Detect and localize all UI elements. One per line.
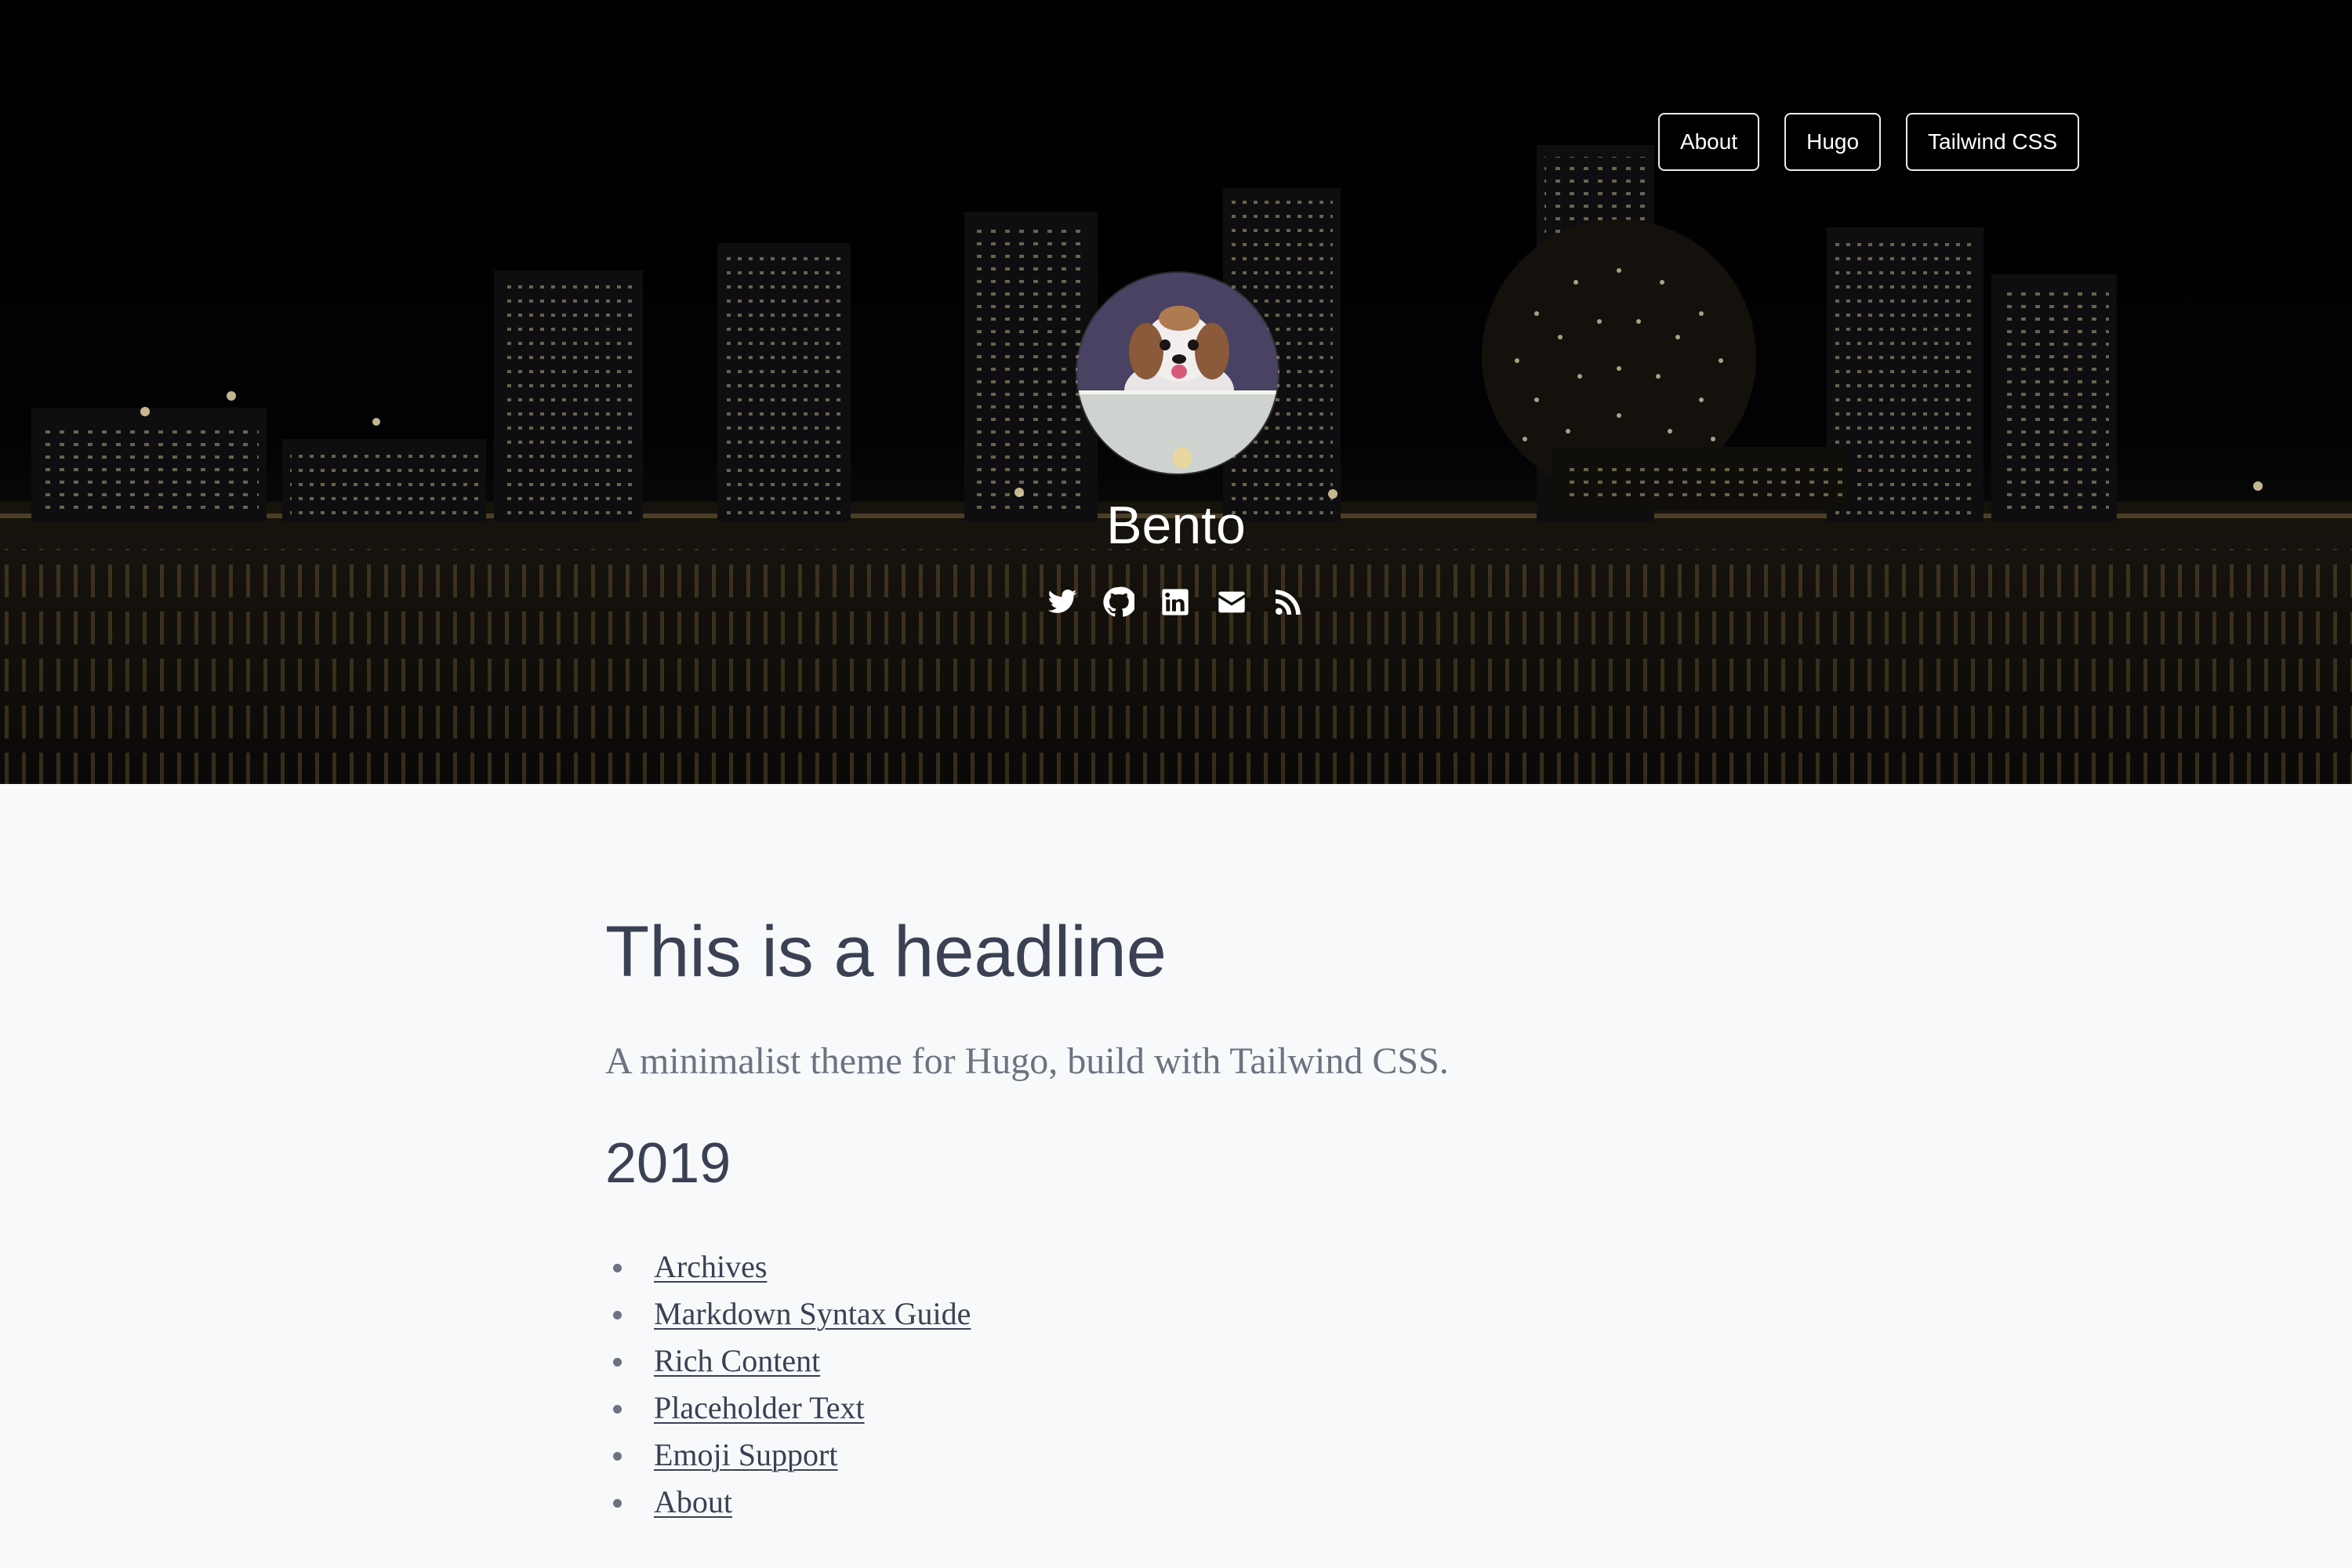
nav-about-button[interactable]: About — [1657, 113, 1760, 171]
post-link-about[interactable]: About — [654, 1484, 732, 1519]
linkedin-icon — [1162, 589, 1189, 615]
list-item: Emoji Support — [605, 1432, 1747, 1479]
post-link-rich-content[interactable]: Rich Content — [654, 1343, 820, 1378]
rss-link[interactable] — [1272, 586, 1304, 618]
dog-avatar-icon — [1077, 273, 1278, 474]
post-link-emoji-support[interactable]: Emoji Support — [654, 1437, 837, 1472]
email-link[interactable] — [1216, 586, 1247, 618]
post-list: Archives Markdown Syntax Guide Rich Cont… — [605, 1243, 1747, 1526]
email-icon — [1218, 591, 1245, 613]
year-heading: 2019 — [605, 1132, 731, 1195]
bullet-icon — [613, 1311, 622, 1319]
post-link-archives[interactable]: Archives — [654, 1249, 767, 1284]
rss-icon — [1276, 590, 1301, 615]
twitter-icon — [1047, 590, 1077, 613]
page-headline: This is a headline — [605, 912, 1167, 992]
github-icon — [1103, 586, 1134, 617]
list-item: Rich Content — [605, 1338, 1747, 1385]
nav-tailwind-css-button[interactable]: Tailwind CSS — [1906, 113, 2079, 171]
site-title: Bento — [1106, 495, 1246, 555]
top-nav: About Hugo Tailwind CSS — [1657, 113, 2079, 171]
list-item: About — [605, 1479, 1747, 1526]
avatar[interactable] — [1076, 271, 1279, 475]
bullet-icon — [613, 1452, 622, 1461]
bullet-icon — [613, 1358, 622, 1367]
list-item: Placeholder Text — [605, 1385, 1747, 1432]
github-link[interactable] — [1103, 586, 1134, 618]
bullet-icon — [613, 1264, 622, 1272]
list-item: Markdown Syntax Guide — [605, 1290, 1747, 1338]
list-item: Archives — [605, 1243, 1747, 1290]
twitter-link[interactable] — [1047, 586, 1078, 618]
hero-banner: About Hugo Tailwind CSS Bento — [0, 0, 2352, 784]
nav-hugo-button[interactable]: Hugo — [1784, 113, 1882, 171]
main-content: This is a headline A minimalist theme fo… — [605, 784, 1747, 1526]
bullet-icon — [613, 1405, 622, 1414]
post-link-placeholder-text[interactable]: Placeholder Text — [654, 1390, 865, 1425]
social-links — [1047, 586, 1304, 618]
linkedin-link[interactable] — [1160, 586, 1191, 618]
post-link-markdown-syntax-guide[interactable]: Markdown Syntax Guide — [654, 1296, 971, 1331]
page-tagline: A minimalist theme for Hugo, build with … — [605, 1040, 1449, 1082]
bullet-icon — [613, 1499, 622, 1508]
